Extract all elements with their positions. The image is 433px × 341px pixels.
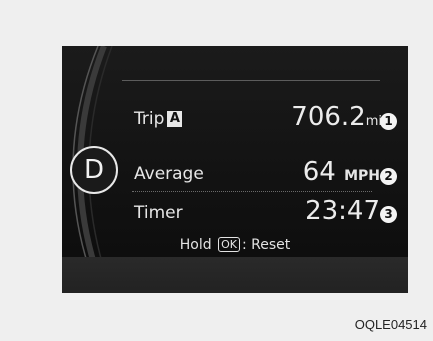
callout-2: 2 [380, 168, 397, 185]
figure-code: OQLE04514 [354, 317, 427, 332]
trip-distance: 706.2 [291, 102, 366, 132]
trip-label: Trip [134, 109, 165, 129]
average-unit: MPH [344, 168, 380, 184]
trip-row-label: Trip A [134, 109, 183, 129]
row-divider [132, 191, 372, 192]
average-speed: 64 [302, 157, 336, 187]
top-divider [122, 80, 380, 81]
callout-3: 3 [380, 206, 397, 223]
cluster-display: D Trip A 706.2mi 1 Average 64 MPH 2 Timer… [62, 46, 408, 293]
callout-1: 1 [380, 113, 397, 130]
bottom-band [62, 257, 408, 293]
trip-value-group: 706.2mi [242, 102, 382, 132]
average-value-group: 64 MPH [242, 157, 380, 187]
hold-text: Hold [179, 237, 212, 253]
timer-label: Timer [134, 203, 183, 223]
gear-indicator: D [70, 146, 118, 194]
ok-button-icon: OK [218, 237, 240, 252]
average-label: Average [134, 164, 204, 184]
trip-a-badge: A [167, 111, 183, 127]
timer-value: 23:47 [305, 196, 380, 226]
reset-hint: Hold OK: Reset [62, 237, 408, 253]
reset-text: : Reset [241, 237, 291, 253]
